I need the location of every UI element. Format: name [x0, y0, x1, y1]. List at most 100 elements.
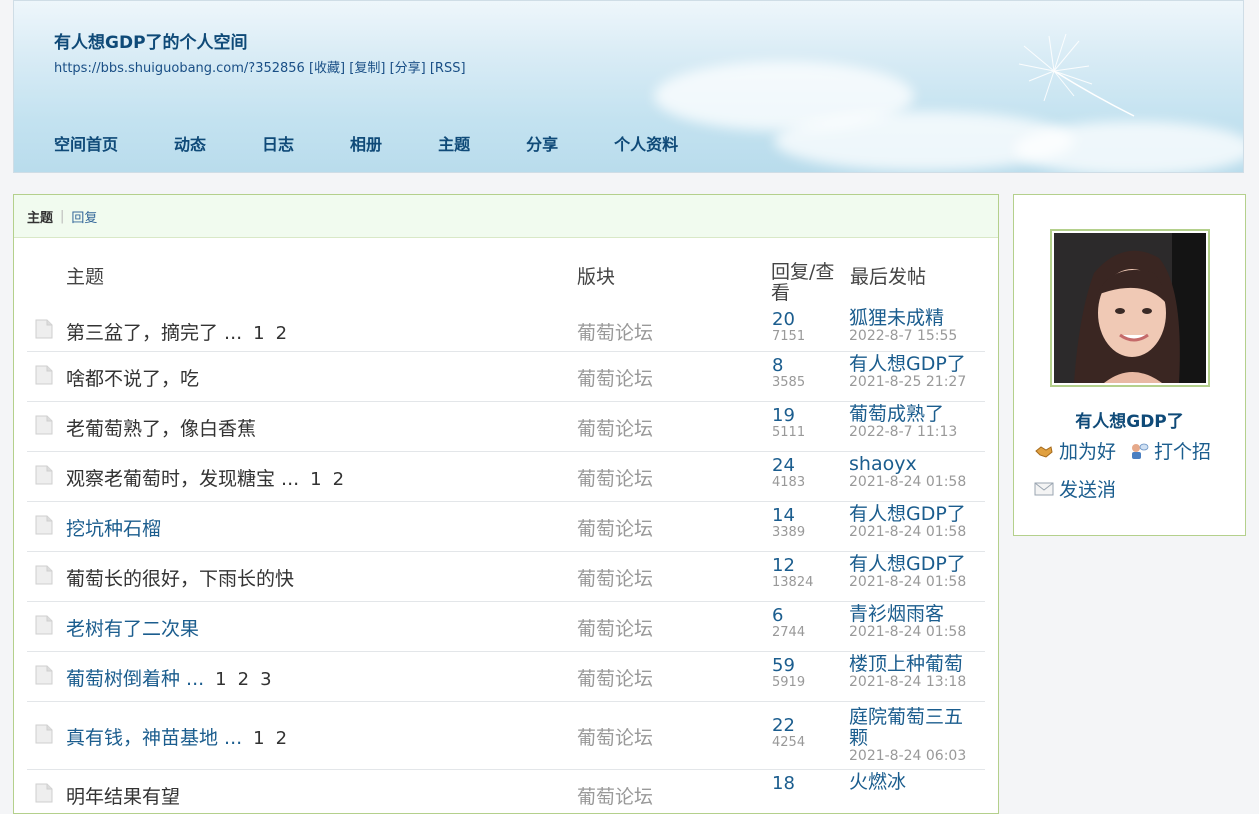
- last-post-user-link[interactable]: 青衫烟雨客: [849, 604, 979, 625]
- thread-doc-icon: [35, 515, 53, 535]
- thread-page-link[interactable]: 3: [260, 669, 271, 690]
- thread-reply-count[interactable]: 19: [772, 406, 795, 426]
- last-post-user-link[interactable]: 庭院葡萄三五颗: [849, 707, 979, 749]
- send-message-button[interactable]: 发送消: [1034, 475, 1116, 502]
- nav-profile[interactable]: 个人资料: [614, 131, 678, 155]
- thread-title-link[interactable]: 葡萄长的很好，下雨长的快: [66, 568, 294, 590]
- last-post-user-link[interactable]: 葡萄成熟了: [849, 404, 979, 425]
- nav-feed[interactable]: 动态: [174, 131, 206, 155]
- last-post-time: 2022-8-7 11:13: [849, 424, 958, 440]
- thread-title-link[interactable]: 挖坑种石榴: [66, 518, 161, 540]
- tab-bar: 主题 | 回复: [14, 195, 998, 238]
- thread-subject: 葡萄长的很好，下雨长的快: [66, 564, 294, 591]
- nav-threads[interactable]: 主题: [438, 131, 470, 155]
- greet-button[interactable]: 打个招: [1129, 437, 1211, 464]
- thread-title-link[interactable]: 啥都不说了，吃: [66, 368, 199, 390]
- thread-view-count: 7151: [772, 329, 806, 344]
- thread-page-link[interactable]: 1: [253, 323, 264, 344]
- last-post-user-link[interactable]: shaoyx: [849, 454, 979, 475]
- thread-reply-count[interactable]: 18: [772, 774, 795, 794]
- thread-view-count: 5919: [772, 675, 806, 690]
- thread-reply-count[interactable]: 14: [772, 506, 795, 526]
- thread-forum-link[interactable]: 葡萄论坛: [577, 664, 653, 691]
- copy-link[interactable]: [复制]: [349, 61, 385, 76]
- thread-doc-icon: [35, 365, 53, 385]
- space-title: 有人想GDP了的个人空间: [54, 33, 248, 53]
- thread-forum-link[interactable]: 葡萄论坛: [577, 564, 653, 591]
- thread-title-link[interactable]: 葡萄树倒着种 ...: [66, 668, 204, 690]
- last-post-user-link[interactable]: 有人想GDP了: [849, 554, 979, 575]
- thread-reply-count[interactable]: 8: [772, 356, 783, 376]
- last-post-time: 2021-8-24 01:58: [849, 624, 967, 640]
- thread-reply-count[interactable]: 24: [772, 456, 795, 476]
- rss-link[interactable]: [RSS]: [430, 61, 466, 76]
- space-url-line: https://bbs.shuiguobang.com/?352856 [收藏]…: [54, 57, 466, 76]
- thread-page-link[interactable]: 2: [276, 728, 287, 749]
- thread-row: 老葡萄熟了，像白香蕉 葡萄论坛 19 5111 葡萄成熟了 2022-8-7 11:13: [27, 402, 985, 452]
- thread-title-link[interactable]: 老树有了二次果: [66, 618, 199, 640]
- profile-username[interactable]: 有人想GDP了: [1014, 407, 1245, 432]
- thread-reply-count[interactable]: 12: [772, 556, 795, 576]
- thread-doc-icon: [35, 783, 53, 803]
- tab-threads[interactable]: 主题: [27, 207, 53, 226]
- thread-page-link[interactable]: 1: [253, 728, 264, 749]
- thread-page-link[interactable]: 1: [310, 469, 321, 490]
- last-post-user-link[interactable]: 楼顶上种葡萄: [849, 654, 979, 675]
- add-friend-button[interactable]: 加为好: [1034, 437, 1116, 464]
- nav-share[interactable]: 分享: [526, 131, 558, 155]
- thread-doc-icon: [35, 319, 53, 339]
- thread-view-count: 13824: [772, 575, 814, 590]
- thread-forum-link[interactable]: 葡萄论坛: [577, 782, 653, 809]
- envelope-icon: [1034, 482, 1054, 495]
- greet-person-icon: [1132, 443, 1149, 459]
- thread-page-link[interactable]: 2: [276, 323, 287, 344]
- last-post-user-link[interactable]: 火燃冰: [849, 772, 979, 793]
- table-header: 主题 版块 回复/查看 最后发帖: [14, 238, 998, 310]
- thread-forum-link[interactable]: 葡萄论坛: [577, 464, 653, 491]
- thread-forum-link[interactable]: 葡萄论坛: [577, 414, 653, 441]
- tab-replies[interactable]: 回复: [71, 207, 97, 226]
- thread-view-count: 3585: [772, 375, 806, 390]
- last-post-time: 2021-8-24 01:58: [849, 574, 967, 590]
- thread-title-link[interactable]: 观察老葡萄时，发现糖宝 ...: [66, 468, 299, 490]
- thread-page-link[interactable]: 1: [215, 669, 226, 690]
- thread-reply-count[interactable]: 59: [772, 656, 795, 676]
- avatar-photo: [1054, 233, 1206, 383]
- thread-page-link[interactable]: 2: [333, 469, 344, 490]
- nav-blog[interactable]: 日志: [262, 131, 294, 155]
- thread-title-link[interactable]: 明年结果有望: [66, 786, 180, 808]
- thread-subject: 真有钱，神苗基地 ... 1 2: [66, 723, 287, 750]
- thread-reply-count[interactable]: 20: [772, 310, 795, 330]
- last-post-user-link[interactable]: 狐狸未成精: [849, 308, 979, 329]
- thread-title-link[interactable]: 第三盆了，摘完了 ...: [66, 322, 242, 344]
- thread-forum-link[interactable]: 葡萄论坛: [577, 614, 653, 641]
- nav-home[interactable]: 空间首页: [54, 131, 118, 155]
- thread-forum-link[interactable]: 葡萄论坛: [577, 514, 653, 541]
- share-link[interactable]: [分享]: [390, 61, 426, 76]
- thread-doc-icon: [35, 724, 53, 744]
- avatar[interactable]: [1050, 229, 1210, 387]
- thread-page-link[interactable]: 2: [238, 669, 249, 690]
- space-nav: 空间首页 动态 日志 相册 主题 分享 个人资料: [54, 131, 734, 155]
- thread-title-link[interactable]: 老葡萄熟了，像白香蕉: [66, 418, 256, 440]
- thread-title-link[interactable]: 真有钱，神苗基地 ...: [66, 727, 242, 749]
- nav-album[interactable]: 相册: [350, 131, 382, 155]
- thread-view-count: 2744: [772, 625, 806, 640]
- add-friend-label: 加为好: [1059, 441, 1117, 463]
- thread-forum-link[interactable]: 葡萄论坛: [577, 318, 653, 345]
- header-subject: 主题: [66, 266, 105, 288]
- space-url: https://bbs.shuiguobang.com/?352856: [54, 61, 305, 76]
- thread-forum-link[interactable]: 葡萄论坛: [577, 723, 653, 750]
- bookmark-link[interactable]: [收藏]: [309, 61, 345, 76]
- thread-reply-count[interactable]: 22: [772, 716, 795, 736]
- last-post-time: 2021-8-24 13:18: [849, 674, 967, 690]
- thread-panel: 主题 | 回复 主题 版块 回复/查看 最后发帖 第三盆了，摘完了 ... 1 2 葡…: [13, 194, 999, 814]
- thread-view-count: 4254: [772, 735, 806, 750]
- thread-reply-count[interactable]: 6: [772, 606, 783, 626]
- last-post-user-link[interactable]: 有人想GDP了: [849, 354, 979, 375]
- thread-forum-link[interactable]: 葡萄论坛: [577, 364, 653, 391]
- thread-subject: 老树有了二次果: [66, 614, 199, 641]
- last-post-user-link[interactable]: 有人想GDP了: [849, 504, 979, 525]
- thread-subject: 啥都不说了，吃: [66, 364, 199, 391]
- thread-doc-icon: [35, 665, 53, 685]
